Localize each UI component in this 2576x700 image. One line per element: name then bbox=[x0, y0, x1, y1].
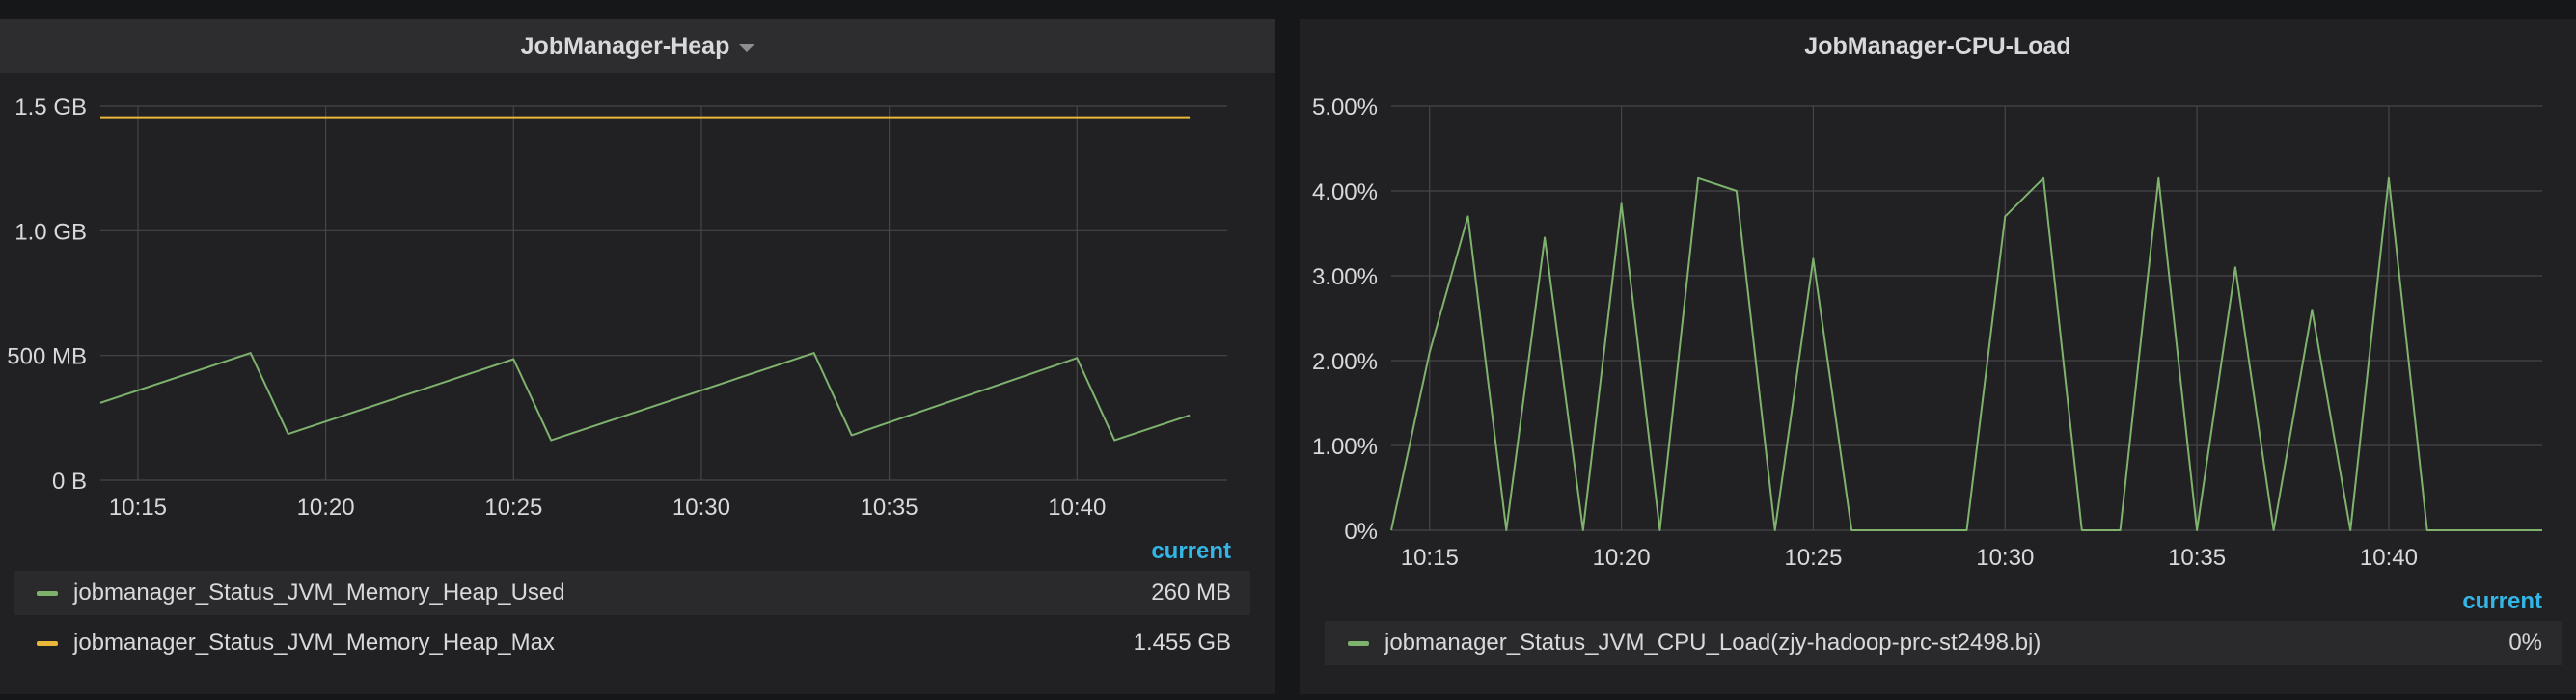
legend-item-name: jobmanager_Status_JVM_CPU_Load(zjy-hadoo… bbox=[1384, 630, 2042, 656]
cpu-panel-header[interactable]: JobManager-CPU-Load bbox=[1300, 19, 2576, 73]
legend-item-value: 1.455 GB bbox=[1133, 630, 1231, 656]
panel-menu-dropdown-icon[interactable] bbox=[739, 44, 755, 52]
legend-current-header[interactable]: current bbox=[2462, 588, 2542, 615]
x-tick-label: 10:35 bbox=[2168, 545, 2226, 571]
heap-panel-title: JobManager-Heap bbox=[520, 32, 730, 60]
legend-item-cpu-load[interactable]: jobmanager_Status_JVM_CPU_Load(zjy-hadoo… bbox=[1325, 621, 2562, 665]
series-swatch-icon bbox=[1348, 640, 1369, 646]
y-tick-label: 5.00% bbox=[1312, 94, 1378, 121]
y-tick-label: 0% bbox=[1344, 519, 1378, 545]
x-tick-label: 10:15 bbox=[1401, 545, 1459, 571]
x-tick-label: 10:35 bbox=[861, 495, 918, 521]
x-tick-label: 10:20 bbox=[297, 495, 355, 521]
y-tick-label: 2.00% bbox=[1312, 349, 1378, 375]
legend-item-heap-used[interactable]: jobmanager_Status_JVM_Memory_Heap_Used 2… bbox=[14, 571, 1250, 615]
legend-item-name: jobmanager_Status_JVM_Memory_Heap_Used bbox=[73, 579, 565, 606]
legend-item-value: 0% bbox=[2508, 630, 2542, 656]
legend-item-value: 260 MB bbox=[1151, 579, 1231, 606]
y-tick-label: 1.5 GB bbox=[14, 94, 87, 121]
x-tick-label: 10:40 bbox=[2360, 545, 2418, 571]
y-tick-label: 4.00% bbox=[1312, 179, 1378, 205]
heap-panel-header[interactable]: JobManager-Heap bbox=[0, 19, 1275, 73]
x-tick-label: 10:40 bbox=[1048, 495, 1106, 521]
x-tick-label: 10:30 bbox=[672, 495, 730, 521]
y-tick-label: 0 B bbox=[52, 469, 87, 495]
x-tick-label: 10:25 bbox=[1784, 545, 1842, 571]
series-swatch-icon bbox=[37, 590, 58, 596]
series-swatch-icon bbox=[37, 640, 58, 646]
x-tick-label: 10:30 bbox=[1976, 545, 2034, 571]
y-tick-label: 3.00% bbox=[1312, 264, 1378, 290]
legend-current-header[interactable]: current bbox=[1151, 538, 1231, 565]
heap-chart: 0 B 500 MB 1.0 GB 1.5 GB 10:15 10:20 10:25 10:3… bbox=[7, 94, 1227, 521]
y-tick-label: 500 MB bbox=[7, 344, 87, 370]
y-tick-label: 1.00% bbox=[1312, 434, 1378, 460]
x-tick-label: 10:15 bbox=[109, 495, 167, 521]
cpu-panel: JobManager-CPU-Load 0% 1.00% 2.00% 3.00% 4.0… bbox=[1300, 19, 2576, 694]
cpu-panel-title: JobManager-CPU-Load bbox=[1804, 32, 2071, 60]
legend-item-heap-max[interactable]: jobmanager_Status_JVM_Memory_Heap_Max 1.… bbox=[14, 621, 1250, 665]
x-tick-label: 10:20 bbox=[1593, 545, 1651, 571]
y-tick-label: 1.0 GB bbox=[14, 219, 87, 245]
heap-panel: JobManager-Heap 0 B 500 MB 1.0 GB 1.5 GB 10:… bbox=[0, 19, 1275, 694]
cpu-chart: 0% 1.00% 2.00% 3.00% 4.00% 5.00% 10:15 10:20 10:… bbox=[1312, 94, 2542, 571]
x-tick-label: 10:25 bbox=[484, 495, 542, 521]
legend-item-name: jobmanager_Status_JVM_Memory_Heap_Max bbox=[73, 630, 555, 656]
series-line-0 bbox=[99, 352, 1191, 442]
series-line-0 bbox=[1390, 176, 2542, 531]
